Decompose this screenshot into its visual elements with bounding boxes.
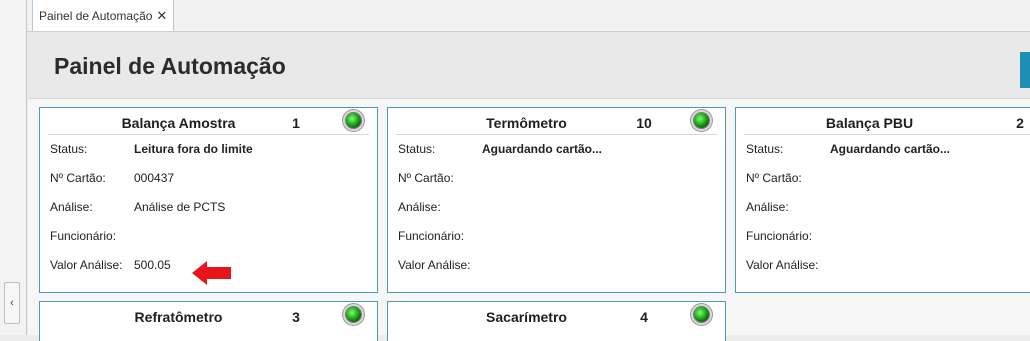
panel-number: 1 [292, 115, 300, 131]
panel-number: 2 [1016, 115, 1024, 131]
tab-strip: Painel de Automação ✕ [27, 0, 1030, 32]
collapse-sidebar-button[interactable]: ‹ [4, 282, 20, 324]
card-label: Nº Cartão: [746, 171, 802, 185]
analysis-value-label: Valor Análise: [50, 258, 123, 272]
status-label: Status: [746, 142, 784, 156]
status-row: Status: Leitura fora do limite [40, 135, 377, 164]
panel-name: Termômetro [486, 115, 567, 131]
panel-number: 4 [640, 309, 648, 325]
status-label: Status: [398, 142, 436, 156]
tab-label: Painel de Automação [39, 8, 153, 23]
panel-header: Balança PBU 2 [744, 108, 1030, 135]
panel-name: Refratômetro [134, 309, 223, 325]
tab-painel-automacao[interactable]: Painel de Automação ✕ [32, 0, 175, 31]
panel-header: Termômetro 10 [396, 108, 717, 135]
status-value: Leitura fora do limite [134, 142, 253, 156]
analysis-value-label: Valor Análise: [746, 258, 819, 272]
chevron-left-icon: ‹ [10, 297, 14, 309]
panel-number: 10 [636, 115, 652, 131]
analysis-row: Análise: [388, 193, 725, 222]
panel-header: Sacarímetro 4 [396, 302, 717, 328]
analysis-row: Análise: Análise de PCTS [40, 193, 377, 222]
panel-header: Balança Amostra 1 [48, 108, 369, 135]
employee-row: Funcionário: [388, 222, 725, 251]
status-led-icon [346, 113, 361, 128]
close-icon[interactable]: ✕ [156, 8, 167, 24]
status-value: Aguardando cartão... [482, 142, 603, 156]
main-content: Painel de Automação Balança Amostra 1 St… [28, 32, 1030, 341]
panel-termometro: Termômetro 10 Status: Aguardando cartão..… [387, 107, 726, 293]
analysis-value-value: 500.05 [134, 258, 171, 272]
card-row: Nº Cartão: [388, 164, 725, 193]
card-label: Nº Cartão: [398, 171, 454, 185]
analysis-row: Análise: [736, 193, 1030, 222]
card-value: 000437 [134, 171, 175, 185]
panel-name: Balança Amostra [121, 115, 236, 131]
card-row: Nº Cartão: 000437 [40, 164, 377, 193]
status-led-icon [694, 113, 709, 128]
card-label: Nº Cartão: [50, 171, 106, 185]
status-led-icon [694, 307, 709, 322]
panel-balanca-pbu: Balança PBU 2 Status: Aguardando cartão..… [735, 107, 1030, 293]
status-value: Aguardando cartão... [830, 142, 951, 156]
analysis-label: Análise: [50, 200, 93, 214]
panel-header: Refratômetro 3 [48, 302, 369, 328]
status-row: Status: Aguardando cartão... [736, 135, 1030, 164]
employee-row: Funcionário: [40, 222, 377, 251]
panel-name: Sacarímetro [486, 309, 567, 325]
left-rail: ‹ [0, 0, 27, 335]
employee-label: Funcionário: [398, 229, 465, 243]
status-led-icon [346, 307, 361, 322]
analysis-label: Análise: [746, 200, 789, 214]
red-arrow-icon [192, 261, 231, 285]
page-header: Painel de Automação [28, 32, 1030, 99]
panel-refratometro: Refratômetro 3 [39, 301, 378, 341]
analysis-label: Análise: [398, 200, 441, 214]
analysis-value-row: Valor Análise: [736, 251, 1030, 280]
panel-name: Balança PBU [825, 115, 914, 131]
status-label: Status: [50, 142, 88, 156]
employee-row: Funcionário: [736, 222, 1030, 251]
analysis-value-row: Valor Análise: [388, 251, 725, 280]
panel-sacarimetro: Sacarímetro 4 [387, 301, 726, 341]
card-row: Nº Cartão: [736, 164, 1030, 193]
analysis-value: Análise de PCTS [134, 200, 226, 214]
employee-label: Funcionário: [746, 229, 813, 243]
employee-label: Funcionário: [50, 229, 117, 243]
status-row: Status: Aguardando cartão... [388, 135, 725, 164]
analysis-value-label: Valor Análise: [398, 258, 471, 272]
header-action-button[interactable] [1020, 52, 1030, 88]
panel-number: 3 [292, 309, 300, 325]
page-title: Painel de Automação [54, 53, 286, 79]
